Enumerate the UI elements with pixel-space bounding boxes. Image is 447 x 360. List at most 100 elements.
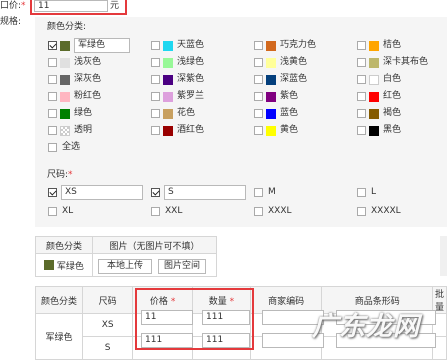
- color-label: 黄色: [280, 125, 299, 135]
- color-label: 蓝色: [280, 108, 299, 118]
- color-checkbox[interactable]: [254, 126, 263, 135]
- color-checkbox[interactable]: [48, 58, 57, 67]
- color-checkbox[interactable]: [357, 75, 366, 84]
- color-label: 粉红色: [74, 91, 102, 101]
- color-checkbox[interactable]: [151, 109, 160, 118]
- color-label: 深蓝色: [280, 74, 308, 84]
- color-swatch: [60, 75, 70, 85]
- sku-header-size: 尺码: [82, 286, 134, 314]
- size-checkbox[interactable]: [254, 188, 263, 197]
- color-swatch: [60, 58, 70, 68]
- price-label-text: 口价:: [0, 1, 22, 11]
- color-checkbox[interactable]: [151, 75, 160, 84]
- color-checkbox[interactable]: [254, 58, 263, 67]
- color-checkbox[interactable]: [48, 41, 57, 50]
- color-swatch: [369, 126, 379, 136]
- color-label: 巧克力色: [280, 40, 317, 50]
- color-name-input[interactable]: 军绿色: [74, 38, 130, 53]
- color-swatch: [369, 109, 379, 119]
- price-qty-highlight-box: [135, 288, 254, 350]
- color-label: 透明: [74, 125, 93, 135]
- color-label: 深灰色: [74, 74, 102, 84]
- color-checkbox[interactable]: [48, 126, 57, 135]
- color-checkbox[interactable]: [357, 58, 366, 67]
- color-section-label: 颜色分类:: [47, 22, 87, 32]
- sku-row-size: S: [82, 336, 134, 360]
- size-label: L: [371, 187, 377, 197]
- size-checkbox[interactable]: [48, 207, 57, 216]
- color-label: 桔色: [383, 40, 402, 50]
- color-checkbox[interactable]: [357, 92, 366, 101]
- size-name-input[interactable]: XS: [61, 185, 143, 200]
- color-checkbox[interactable]: [357, 109, 366, 118]
- color-checkbox[interactable]: [48, 109, 57, 118]
- color-swatch: [163, 109, 173, 119]
- size-required-mark: *: [68, 170, 73, 180]
- color-label: 花色: [177, 108, 196, 118]
- size-name-input[interactable]: S: [164, 185, 246, 200]
- size-label: XXXXL: [371, 206, 401, 216]
- color-checkbox[interactable]: [254, 109, 263, 118]
- size-section-label-text: 尺码:: [47, 170, 69, 180]
- size-checkbox[interactable]: [357, 207, 366, 216]
- color-checkbox[interactable]: [48, 92, 57, 101]
- color-swatch: [369, 41, 379, 51]
- size-checkbox[interactable]: [151, 188, 160, 197]
- sku-row-size: XS: [82, 313, 134, 337]
- select-all-checkbox[interactable]: [48, 143, 57, 152]
- spec-label: 规格:: [0, 17, 22, 27]
- color-checkbox[interactable]: [254, 92, 263, 101]
- color-swatch: [163, 75, 173, 85]
- sku-color-cell: 军绿色: [34, 313, 84, 360]
- color-label: 褐色: [383, 108, 402, 118]
- color-checkbox[interactable]: [151, 58, 160, 67]
- color-checkbox[interactable]: [254, 41, 263, 50]
- color-label: 深卡其布色: [383, 57, 429, 67]
- size-section-label: 尺码:*: [47, 170, 73, 181]
- upload-space-button[interactable]: 图片空间: [158, 259, 206, 274]
- color-checkbox[interactable]: [357, 126, 366, 135]
- vertical-scrollbar[interactable]: [440, 236, 447, 276]
- size-checkbox[interactable]: [254, 207, 263, 216]
- color-label: 绿色: [74, 108, 93, 118]
- color-label: 天蓝色: [177, 40, 205, 50]
- image-table-header-color: 颜色分类: [35, 236, 93, 254]
- color-swatch: [163, 126, 173, 136]
- color-label: 浅绿色: [177, 57, 205, 67]
- color-label: 红色: [383, 91, 402, 101]
- color-swatch: [266, 92, 276, 102]
- color-label: 酒红色: [177, 125, 205, 135]
- color-checkbox[interactable]: [48, 75, 57, 84]
- price-input[interactable]: 11: [34, 0, 108, 12]
- color-swatch: [60, 126, 70, 136]
- color-checkbox[interactable]: [151, 92, 160, 101]
- color-swatch: [266, 126, 276, 136]
- size-checkbox[interactable]: [48, 188, 57, 197]
- size-checkbox[interactable]: [151, 207, 160, 216]
- color-label: 紫罗兰: [177, 91, 205, 101]
- color-checkbox[interactable]: [151, 41, 160, 50]
- color-swatch: [266, 41, 276, 51]
- color-label: 白色: [383, 74, 402, 84]
- select-all-label: 全选: [62, 142, 81, 152]
- color-checkbox[interactable]: [357, 41, 366, 50]
- price-label: 口价:*: [0, 1, 26, 12]
- image-table-color-cell: 军绿色: [35, 253, 93, 277]
- color-swatch: [266, 109, 276, 119]
- image-table-color-name: 军绿色: [56, 261, 84, 272]
- upload-local-button[interactable]: 本地上传: [98, 259, 152, 274]
- color-checkbox[interactable]: [151, 126, 160, 135]
- image-table-header-image: 图片（无图片可不填）: [92, 236, 217, 254]
- size-label: XL: [62, 206, 74, 216]
- color-swatch: [60, 41, 70, 51]
- size-checkbox[interactable]: [357, 188, 366, 197]
- color-swatch: [369, 75, 379, 85]
- size-label: XXL: [165, 206, 183, 216]
- color-swatch: [266, 58, 276, 68]
- color-label: 紫色: [280, 91, 299, 101]
- color-label: 浅灰色: [74, 57, 102, 67]
- color-checkbox[interactable]: [254, 75, 263, 84]
- color-swatch: [163, 92, 173, 102]
- price-required-mark: *: [21, 1, 26, 11]
- color-swatch: [60, 109, 70, 119]
